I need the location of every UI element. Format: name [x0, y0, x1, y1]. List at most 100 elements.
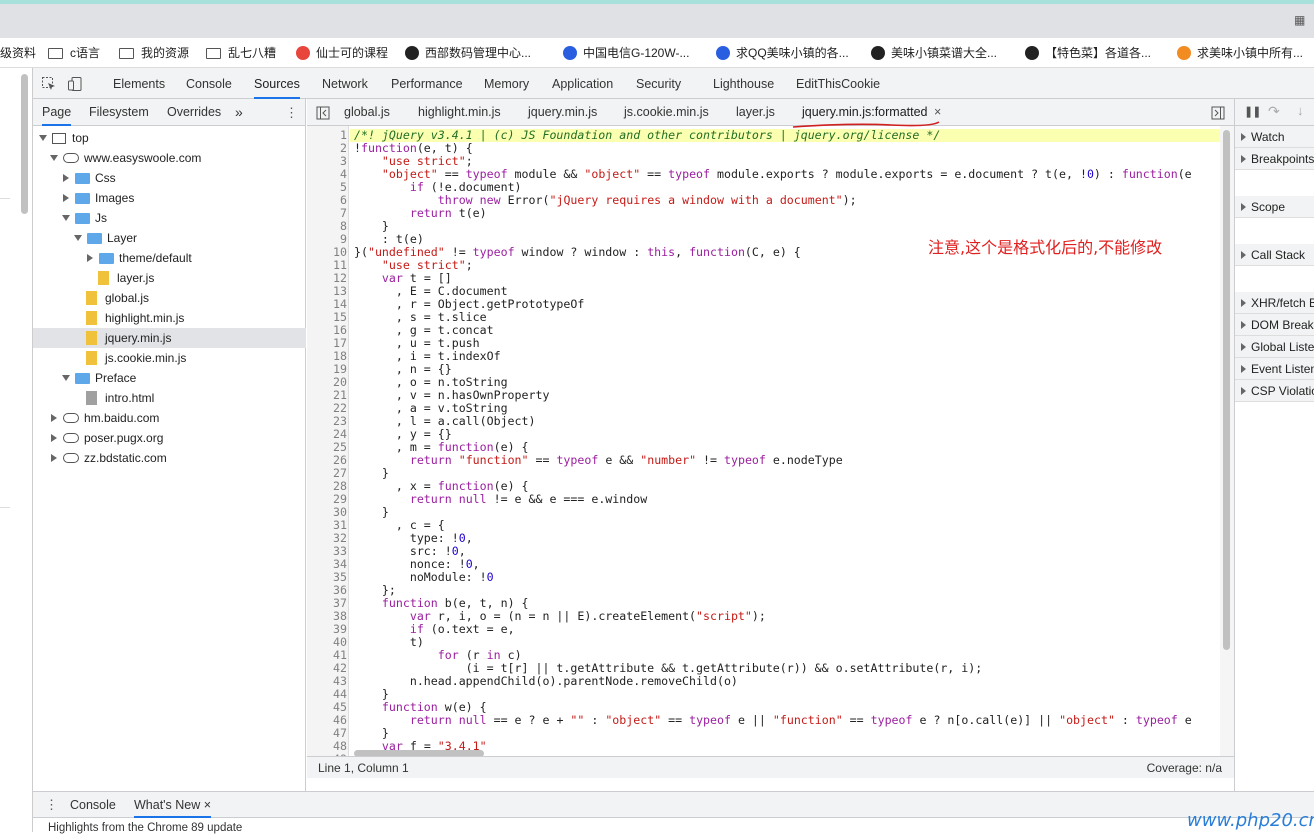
- editor-tab-global-js[interactable]: global.js: [344, 99, 390, 126]
- folder-icon: [99, 252, 114, 264]
- tab-lighthouse[interactable]: Lighthouse: [713, 68, 774, 99]
- bookmark-item[interactable]: 美味小镇菜谱大全...: [871, 38, 997, 67]
- tree-node[interactable]: hm.baidu.com: [50, 408, 159, 428]
- page-scrollbar[interactable]: [21, 74, 28, 214]
- tree-file[interactable]: global.js: [86, 288, 149, 308]
- tree-node[interactable]: Js: [62, 208, 107, 228]
- tab-editthiscookie[interactable]: EditThisCookie: [796, 68, 880, 99]
- code-area[interactable]: 注意,这个是格式化后的,不能修改 1/*! jQuery v3.4.1 | (c…: [307, 126, 1234, 756]
- tree-label: js.cookie.min.js: [105, 351, 187, 365]
- step-over-icon[interactable]: ↷: [1268, 103, 1280, 120]
- collapsed-arrow-icon[interactable]: [87, 254, 93, 262]
- panel-label: Global Listeners: [1251, 340, 1314, 354]
- code-line: 30 }: [307, 506, 1234, 519]
- tree-node[interactable]: Css: [62, 168, 116, 188]
- tree-file[interactable]: jquery.min.js: [86, 328, 171, 348]
- tree-node[interactable]: poser.pugx.org: [50, 428, 163, 448]
- tab-console[interactable]: Console: [186, 68, 232, 99]
- tab-elements[interactable]: Elements: [113, 68, 165, 99]
- drawer-tab-console[interactable]: Console: [70, 792, 116, 818]
- panel-call-stack[interactable]: Call Stack: [1235, 244, 1314, 266]
- watermark: www.php20.cn: [1187, 810, 1314, 831]
- tab-memory[interactable]: Memory: [484, 68, 529, 99]
- bookmark-item[interactable]: 级资料: [0, 38, 36, 67]
- bookmark-item[interactable]: 仙士可的课程: [296, 38, 388, 67]
- bookmark-item[interactable]: 西部数码管理中心...: [405, 38, 532, 67]
- panel-dom-breakpoints[interactable]: DOM Breakpoints: [1235, 314, 1314, 336]
- bookmark-label: 西部数码管理中心...: [425, 46, 532, 60]
- inspect-element-icon[interactable]: [41, 76, 57, 92]
- expanded-arrow-icon[interactable]: [62, 215, 70, 221]
- more-options-icon[interactable]: ⋮: [285, 105, 298, 121]
- cursor-position: Line 1, Column 1: [318, 761, 409, 775]
- close-drawer-tab-icon[interactable]: ×: [200, 798, 211, 812]
- bookmark-label: c语言: [70, 46, 101, 60]
- editor-tab-highlight-min-js[interactable]: highlight.min.js: [418, 99, 501, 126]
- editor-tab-jquery-min-js-formatted[interactable]: jquery.min.js:formatted ×: [802, 99, 941, 126]
- bookmark-label: 我的资源: [141, 46, 190, 60]
- tab-security[interactable]: Security: [636, 68, 681, 99]
- panel-breakpoints[interactable]: Breakpoints: [1235, 148, 1314, 170]
- toggle-debugger-icon[interactable]: [1211, 106, 1225, 120]
- tab-performance[interactable]: Performance: [391, 68, 463, 99]
- more-tabs-icon[interactable]: »: [235, 99, 243, 126]
- bookmark-item[interactable]: c语言: [48, 38, 101, 67]
- expanded-arrow-icon[interactable]: [74, 235, 82, 241]
- panel-xhr-fetch-breakpoints[interactable]: XHR/fetch Breakpoints: [1235, 292, 1314, 314]
- drawer-menu-icon[interactable]: ⋮: [45, 797, 58, 813]
- tree-node[interactable]: Layer: [74, 228, 137, 248]
- grid-menu-icon[interactable]: ▦: [1294, 13, 1308, 27]
- close-tab-icon[interactable]: ×: [931, 105, 941, 119]
- tab-sources[interactable]: Sources: [254, 68, 300, 99]
- tree-node[interactable]: www.easyswoole.com: [50, 148, 201, 168]
- tree-node[interactable]: zz.bdstatic.com: [50, 448, 167, 468]
- panel-csp-violation-breakpoints[interactable]: CSP Violation Breakpoints: [1235, 380, 1314, 402]
- collapsed-arrow-icon[interactable]: [51, 434, 57, 442]
- toggle-navigator-icon[interactable]: [316, 106, 330, 120]
- pause-icon[interactable]: ❚❚: [1244, 105, 1261, 118]
- cloud-icon: [63, 413, 79, 423]
- expand-arrow-icon: [1241, 299, 1246, 307]
- drawer-tab-what-s-new[interactable]: What's New ×: [134, 792, 212, 818]
- editor-tab-label: highlight.min.js: [418, 105, 501, 119]
- tab-application[interactable]: Application: [552, 68, 613, 99]
- step-into-icon[interactable]: ↓: [1297, 103, 1304, 118]
- bookmark-item[interactable]: 【特色菜】各道各...: [1025, 38, 1151, 67]
- tree-file[interactable]: layer.js: [98, 268, 154, 288]
- tree-node[interactable]: Images: [62, 188, 134, 208]
- panel-watch[interactable]: Watch: [1235, 126, 1314, 148]
- tab-network[interactable]: Network: [322, 68, 368, 99]
- collapsed-arrow-icon[interactable]: [63, 194, 69, 202]
- bookmark-item[interactable]: 中国电信G-120W-...: [563, 38, 689, 67]
- bookmark-item[interactable]: 我的资源: [119, 38, 190, 67]
- expanded-arrow-icon[interactable]: [39, 135, 47, 141]
- tree-file[interactable]: intro.html: [86, 388, 154, 408]
- editor-tab-jquery-min-js[interactable]: jquery.min.js: [528, 99, 597, 126]
- navtab-filesystem[interactable]: Filesystem: [89, 99, 149, 126]
- tree-node[interactable]: theme/default: [86, 248, 192, 268]
- navtab-overrides[interactable]: Overrides: [167, 99, 221, 126]
- tree-node[interactable]: Preface: [62, 368, 136, 388]
- tree-label: Layer: [107, 231, 138, 245]
- collapsed-arrow-icon[interactable]: [51, 414, 57, 422]
- editor-tab-layer-js[interactable]: layer.js: [736, 99, 775, 126]
- panel-global-listeners[interactable]: Global Listeners: [1235, 336, 1314, 358]
- bookmark-item[interactable]: 乱七八糟: [206, 38, 276, 67]
- collapsed-arrow-icon[interactable]: [63, 174, 69, 182]
- editor-tab-label: jquery.min.js: [528, 105, 598, 119]
- editor-tab-js-cookie-min-js[interactable]: js.cookie.min.js: [624, 99, 709, 126]
- tree-file[interactable]: js.cookie.min.js: [86, 348, 186, 368]
- tree-file[interactable]: highlight.min.js: [86, 308, 184, 328]
- panel-scope[interactable]: Scope: [1235, 196, 1314, 218]
- expanded-arrow-icon[interactable]: [50, 155, 58, 161]
- expanded-arrow-icon[interactable]: [62, 375, 70, 381]
- tree-label: hm.baidu.com: [84, 411, 160, 425]
- bookmark-item[interactable]: 求QQ美味小镇的各...: [716, 38, 849, 67]
- panel-event-listener-breakpoints[interactable]: Event Listener Breakpoints: [1235, 358, 1314, 380]
- bookmark-item[interactable]: 求美味小镇中所有...: [1177, 38, 1303, 67]
- tree-node[interactable]: top: [39, 128, 89, 148]
- navtab-page[interactable]: Page: [42, 99, 72, 126]
- navigator-tab-bar: ⋮ Page Filesystem Overrides »: [33, 99, 305, 126]
- device-toolbar-icon[interactable]: [67, 76, 83, 92]
- collapsed-arrow-icon[interactable]: [51, 454, 57, 462]
